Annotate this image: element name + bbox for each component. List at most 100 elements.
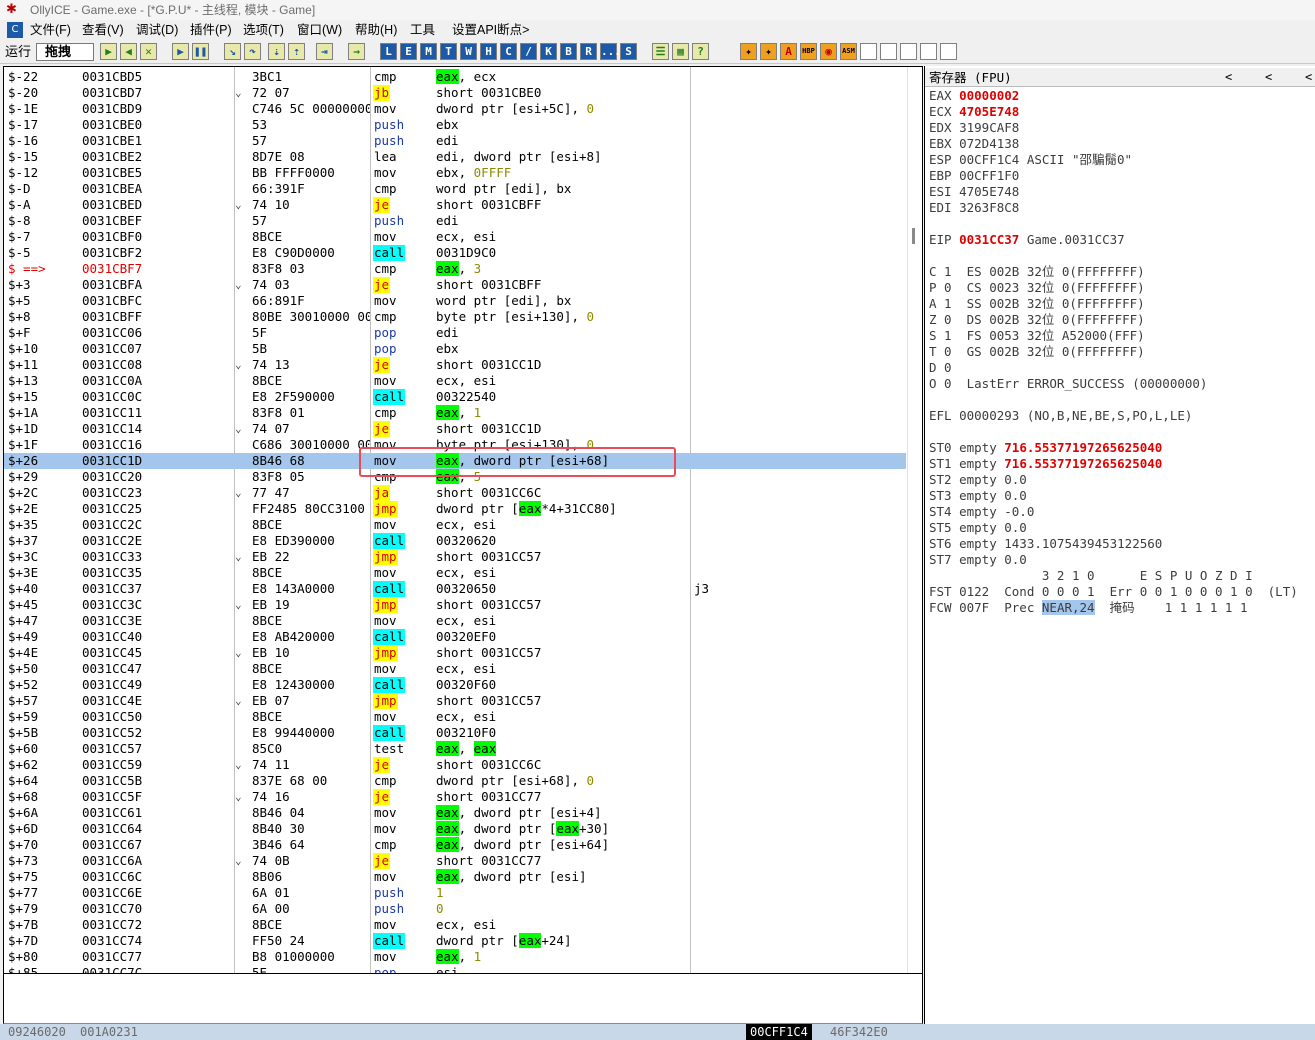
- disasm-row[interactable]: $-7 0031CBF0 8BCE mov ecx, esi: [4, 229, 906, 245]
- disasm-row[interactable]: $+49 0031CC40 E8 AB420000 call 00320EF0: [4, 629, 906, 645]
- register-line[interactable]: ST2 empty 0.0: [929, 472, 1027, 488]
- disasm-row[interactable]: $+11 0031CC08 ⌄ 74 13 je short 0031CC1D: [4, 357, 906, 373]
- windows-button[interactable]: W: [460, 43, 477, 60]
- disasm-row[interactable]: $+2E 0031CC25 FF2485 80CC3100 jmp dword ptr …: [4, 501, 906, 517]
- register-line[interactable]: ST7 empty 0.0: [929, 552, 1027, 568]
- hardware-breakpoint-button[interactable]: HBP: [800, 43, 817, 60]
- register-line[interactable]: S 1 FS 0053 32位 A52000(FFF): [929, 328, 1145, 344]
- disasm-row[interactable]: $+10 0031CC07 5B pop ebx: [4, 341, 906, 357]
- register-line[interactable]: ECX 4705E748: [929, 104, 1019, 120]
- menu-help[interactable]: 帮助(H): [355, 22, 397, 39]
- menu-view[interactable]: 查看(V): [82, 22, 124, 39]
- disasm-row[interactable]: $+75 0031CC6C 8B06 mov eax, dword ptr [esi]: [4, 869, 906, 885]
- source-button[interactable]: S: [620, 43, 637, 60]
- trace-into-icon[interactable]: ⇣: [268, 43, 285, 60]
- disasm-row[interactable]: $-D 0031CBEA 66:391F cmp word ptr [edi], bx: [4, 181, 906, 197]
- empty-tool-slot[interactable]: [880, 43, 897, 60]
- disasm-row[interactable]: $+79 0031CC70 6A 00 push 0: [4, 901, 906, 917]
- step-over-icon[interactable]: ↷: [244, 43, 261, 60]
- disasm-row[interactable]: $-A 0031CBED ⌄ 74 10 je short 0031CBFF: [4, 197, 906, 213]
- disasm-row[interactable]: $+15 0031CC0C E8 2F590000 call 00322540: [4, 389, 906, 405]
- menu-tools[interactable]: 工具: [410, 22, 435, 39]
- disasm-row[interactable]: $+6A 0031CC61 8B46 04 mov eax, dword ptr [es…: [4, 805, 906, 821]
- register-line[interactable]: C 1 ES 002B 32位 0(FFFFFFFF): [929, 264, 1145, 280]
- call-stack-button[interactable]: K: [540, 43, 557, 60]
- register-line[interactable]: ST3 empty 0.0: [929, 488, 1027, 504]
- disasm-row[interactable]: $+1A 0031CC11 83F8 01 cmp eax, 1: [4, 405, 906, 421]
- disasm-row[interactable]: $-17 0031CBE0 53 push ebx: [4, 117, 906, 133]
- register-line[interactable]: Z 0 DS 002B 32位 0(FFFFFFFF): [929, 312, 1145, 328]
- disasm-row[interactable]: $+13 0031CC0A 8BCE mov ecx, esi: [4, 373, 906, 389]
- disasm-row[interactable]: $+F 0031CC06 5F pop edi: [4, 325, 906, 341]
- close-process-icon[interactable]: ✕: [140, 43, 157, 60]
- register-line[interactable]: D 0: [929, 360, 952, 376]
- disasm-row[interactable]: $+70 0031CC67 3B46 64 cmp eax, dword ptr [es…: [4, 837, 906, 853]
- disasm-row[interactable]: $+62 0031CC59 ⌄ 74 11 je short 0031CC6C: [4, 757, 906, 773]
- run-icon[interactable]: ▶: [172, 43, 189, 60]
- open-icon[interactable]: ▶: [100, 43, 117, 60]
- registers-pane[interactable]: 寄存器 (FPU) < < < EAX 00000002 ECX 4705E748…: [924, 66, 1315, 1024]
- empty-tool-slot[interactable]: [900, 43, 917, 60]
- run-trace-button[interactable]: ...: [600, 43, 621, 60]
- trace-over-icon[interactable]: ⇡: [288, 43, 305, 60]
- disasm-row[interactable]: $+52 0031CC49 E8 12430000 call 00320F60: [4, 677, 906, 693]
- plugin-tool-icon[interactable]: ◉: [820, 43, 837, 60]
- plugin-tool-icon[interactable]: ✦: [740, 43, 757, 60]
- empty-tool-slot[interactable]: [860, 43, 877, 60]
- help-icon[interactable]: ?: [692, 43, 709, 60]
- disasm-row[interactable]: $+73 0031CC6A ⌄ 74 0B je short 0031CC77: [4, 853, 906, 869]
- disasm-row[interactable]: $-1E 0031CBD9 C746 5C 00000000 mov dword ptr…: [4, 101, 906, 117]
- disasm-row[interactable]: $+47 0031CC3E 8BCE mov ecx, esi: [4, 613, 906, 629]
- memory-button[interactable]: M: [420, 43, 437, 60]
- disasm-row[interactable]: $+2C 0031CC23 ⌄ 77 47 ja short 0031CC6C: [4, 485, 906, 501]
- modules-button[interactable]: E: [400, 43, 417, 60]
- nav-left-icon[interactable]: <: [1305, 68, 1312, 87]
- disasm-row[interactable]: $-15 0031CBE2 8D7E 08 lea edi, dword ptr [es…: [4, 149, 906, 165]
- register-line[interactable]: EBX 072D4138: [929, 136, 1019, 152]
- disasm-row[interactable]: $+7B 0031CC72 8BCE mov ecx, esi: [4, 917, 906, 933]
- pane-splitter-handle[interactable]: [912, 228, 915, 244]
- disassembly-pane[interactable]: $-22 0031CBD5 3BC1 cmp eax, ecx $-20 0031CBD7 ⌄…: [3, 66, 923, 974]
- register-line[interactable]: 3 2 1 0 E S P U O Z D I: [929, 568, 1253, 584]
- disasm-row[interactable]: $+5B 0031CC52 E8 99440000 call 003210F0: [4, 725, 906, 741]
- register-line[interactable]: FCW 007F Prec NEAR,24 掩码 1 1 1 1 1 1: [929, 600, 1248, 616]
- disasm-row[interactable]: $+59 0031CC50 8BCE mov ecx, esi: [4, 709, 906, 725]
- menu-debug[interactable]: 调试(D): [136, 22, 178, 39]
- register-line[interactable]: EDX 3199CAF8: [929, 120, 1019, 136]
- disasm-row[interactable]: $-20 0031CBD7 ⌄ 72 07 jb short 0031CBE0: [4, 85, 906, 101]
- breakpoints-button[interactable]: B: [560, 43, 577, 60]
- disasm-row[interactable]: $+68 0031CC5F ⌄ 74 16 je short 0031CC77: [4, 789, 906, 805]
- disasm-row[interactable]: $+57 0031CC4E ⌄ EB 07 jmp short 0031CC57: [4, 693, 906, 709]
- disasm-row[interactable]: $+3C 0031CC33 ⌄ EB 22 jmp short 0031CC57: [4, 549, 906, 565]
- disasm-row[interactable]: $+80 0031CC77 B8 01000000 mov eax, 1: [4, 949, 906, 965]
- nav-left-icon[interactable]: <: [1225, 68, 1232, 87]
- menu-set-api-breakpoint[interactable]: 设置API断点>: [452, 22, 529, 39]
- register-line[interactable]: EFL 00000293 (NO,B,NE,BE,S,PO,L,LE): [929, 408, 1192, 424]
- goto-icon[interactable]: →: [348, 43, 365, 60]
- grid-icon[interactable]: ▦: [672, 43, 689, 60]
- register-line[interactable]: P 0 CS 0023 32位 0(FFFFFFFF): [929, 280, 1145, 296]
- pause-icon[interactable]: ❚❚: [192, 43, 209, 60]
- register-line[interactable]: ESP 00CFF1C4 ASCII "邵騙鬜0": [929, 152, 1132, 168]
- asm-button[interactable]: ASM: [840, 43, 857, 60]
- menu-plugins[interactable]: 插件(P): [190, 22, 232, 39]
- menu-window[interactable]: 窗口(W): [297, 22, 342, 39]
- disasm-row[interactable]: $+6D 0031CC64 8B40 30 mov eax, dword ptr [ea…: [4, 821, 906, 837]
- disasm-row[interactable]: $+85 0031CC7C 5E pop esi: [4, 965, 906, 973]
- log-window-button[interactable]: L: [380, 43, 397, 60]
- disasm-row[interactable]: $+60 0031CC57 85C0 test eax, eax: [4, 741, 906, 757]
- register-line[interactable]: ST6 empty 1433.1075439453122560: [929, 536, 1162, 552]
- disasm-row[interactable]: $ ==> 0031CBF7 83F8 03 cmp eax, 3: [4, 261, 906, 277]
- register-line[interactable]: O 0 LastErr ERROR_SUCCESS (00000000): [929, 376, 1207, 392]
- disassembly-scrollbar[interactable]: [907, 67, 922, 973]
- disasm-row[interactable]: $+8 0031CBFF 80BE 30010000 00 cmp byte ptr […: [4, 309, 906, 325]
- disasm-row[interactable]: $+37 0031CC2E E8 ED390000 call 00320620: [4, 533, 906, 549]
- disasm-row[interactable]: $-16 0031CBE1 57 push edi: [4, 133, 906, 149]
- handles-button[interactable]: H: [480, 43, 497, 60]
- step-into-icon[interactable]: ↘: [224, 43, 241, 60]
- register-line[interactable]: EDI 3263F8C8: [929, 200, 1019, 216]
- list-icon[interactable]: ☰: [652, 43, 669, 60]
- disasm-row[interactable]: $+50 0031CC47 8BCE mov ecx, esi: [4, 661, 906, 677]
- disasm-row[interactable]: $+1D 0031CC14 ⌄ 74 07 je short 0031CC1D: [4, 421, 906, 437]
- rewind-icon[interactable]: ◀: [120, 43, 137, 60]
